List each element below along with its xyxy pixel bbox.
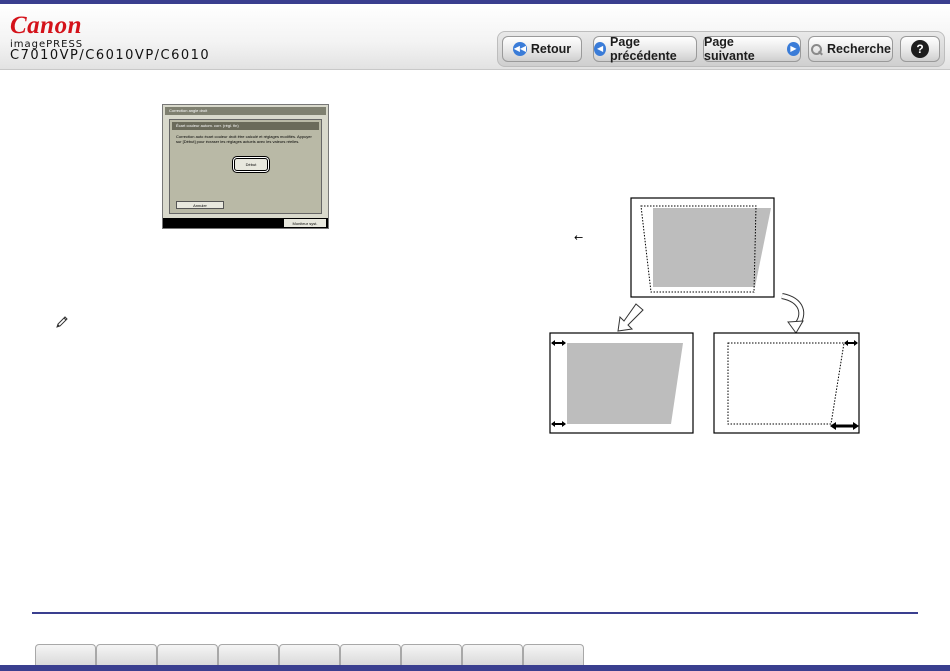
- lcd-window-title: Correction angle droit: [165, 107, 326, 115]
- corrected-sheet-left: [549, 332, 694, 434]
- lcd-screenshot: Correction angle droit Écart couleur aut…: [162, 104, 329, 229]
- model-name: C7010VP/C6010VP/C6010: [10, 48, 211, 63]
- chapter-tab-label: [219, 645, 278, 653]
- bottom-stripe: [0, 665, 950, 671]
- right-arrow-icon: ▶: [786, 42, 800, 56]
- chapter-tab-label: [402, 645, 461, 653]
- chapter-tab-label: [158, 645, 217, 653]
- footer-divider: [32, 612, 918, 614]
- lcd-cancel-button: Annuler: [176, 201, 224, 209]
- help-button[interactable]: ?: [900, 36, 940, 62]
- previous-page-button[interactable]: ◀ Page précédente: [593, 35, 697, 63]
- lcd-dialog: Écart couleur autom. corr. (régl. fin) C…: [169, 119, 322, 214]
- search-button-label: Recherche: [827, 42, 891, 56]
- chapter-tab-label: [36, 645, 95, 653]
- chapter-tab-label: [341, 645, 400, 653]
- correction-diagram: [549, 197, 860, 434]
- down-left-arrow: [617, 303, 644, 332]
- page: Canon imagePRESS C7010VP/C6010VP/C6010 ◀…: [0, 0, 950, 671]
- lcd-monitor-button: Moniteur syst.: [284, 219, 326, 227]
- lcd-message: Correction auto écart couleur droit être…: [176, 134, 312, 144]
- chapter-tab-label: [280, 645, 339, 653]
- chapter-tab-label: [97, 645, 156, 653]
- navigation-bar: ◀◀ Retour ◀ Page précédente Page suivant…: [497, 31, 945, 67]
- canon-logo: Canon: [10, 12, 82, 39]
- search-icon: [810, 43, 823, 56]
- lcd-dialog-title: Écart couleur autom. corr. (régl. fin): [172, 122, 319, 130]
- original-sheet: [630, 197, 775, 298]
- previous-page-label: Page précédente: [610, 35, 677, 63]
- next-page-label: Page suivante: [704, 35, 755, 63]
- skewed-image: [653, 208, 771, 287]
- lcd-status-bar: Moniteur syst.: [163, 218, 328, 228]
- lcd-start-button: Début: [234, 158, 268, 171]
- pencil-icon: [56, 316, 68, 328]
- chapter-tab-label: [524, 645, 583, 653]
- help-icon: ?: [911, 40, 929, 58]
- back-button-label: Retour: [530, 42, 572, 56]
- chapter-tab-label: [463, 645, 522, 653]
- search-button[interactable]: Recherche: [808, 36, 893, 62]
- back-button[interactable]: ◀◀ Retour: [502, 36, 582, 62]
- corrected-sheet-right: [713, 332, 860, 434]
- header: Canon imagePRESS C7010VP/C6010VP/C6010 ◀…: [0, 4, 950, 70]
- left-arrow-icon: ◀: [594, 42, 607, 56]
- rewind-icon: ◀◀: [512, 42, 527, 56]
- curved-arrow: [781, 293, 805, 334]
- next-page-button[interactable]: Page suivante ▶: [703, 35, 801, 63]
